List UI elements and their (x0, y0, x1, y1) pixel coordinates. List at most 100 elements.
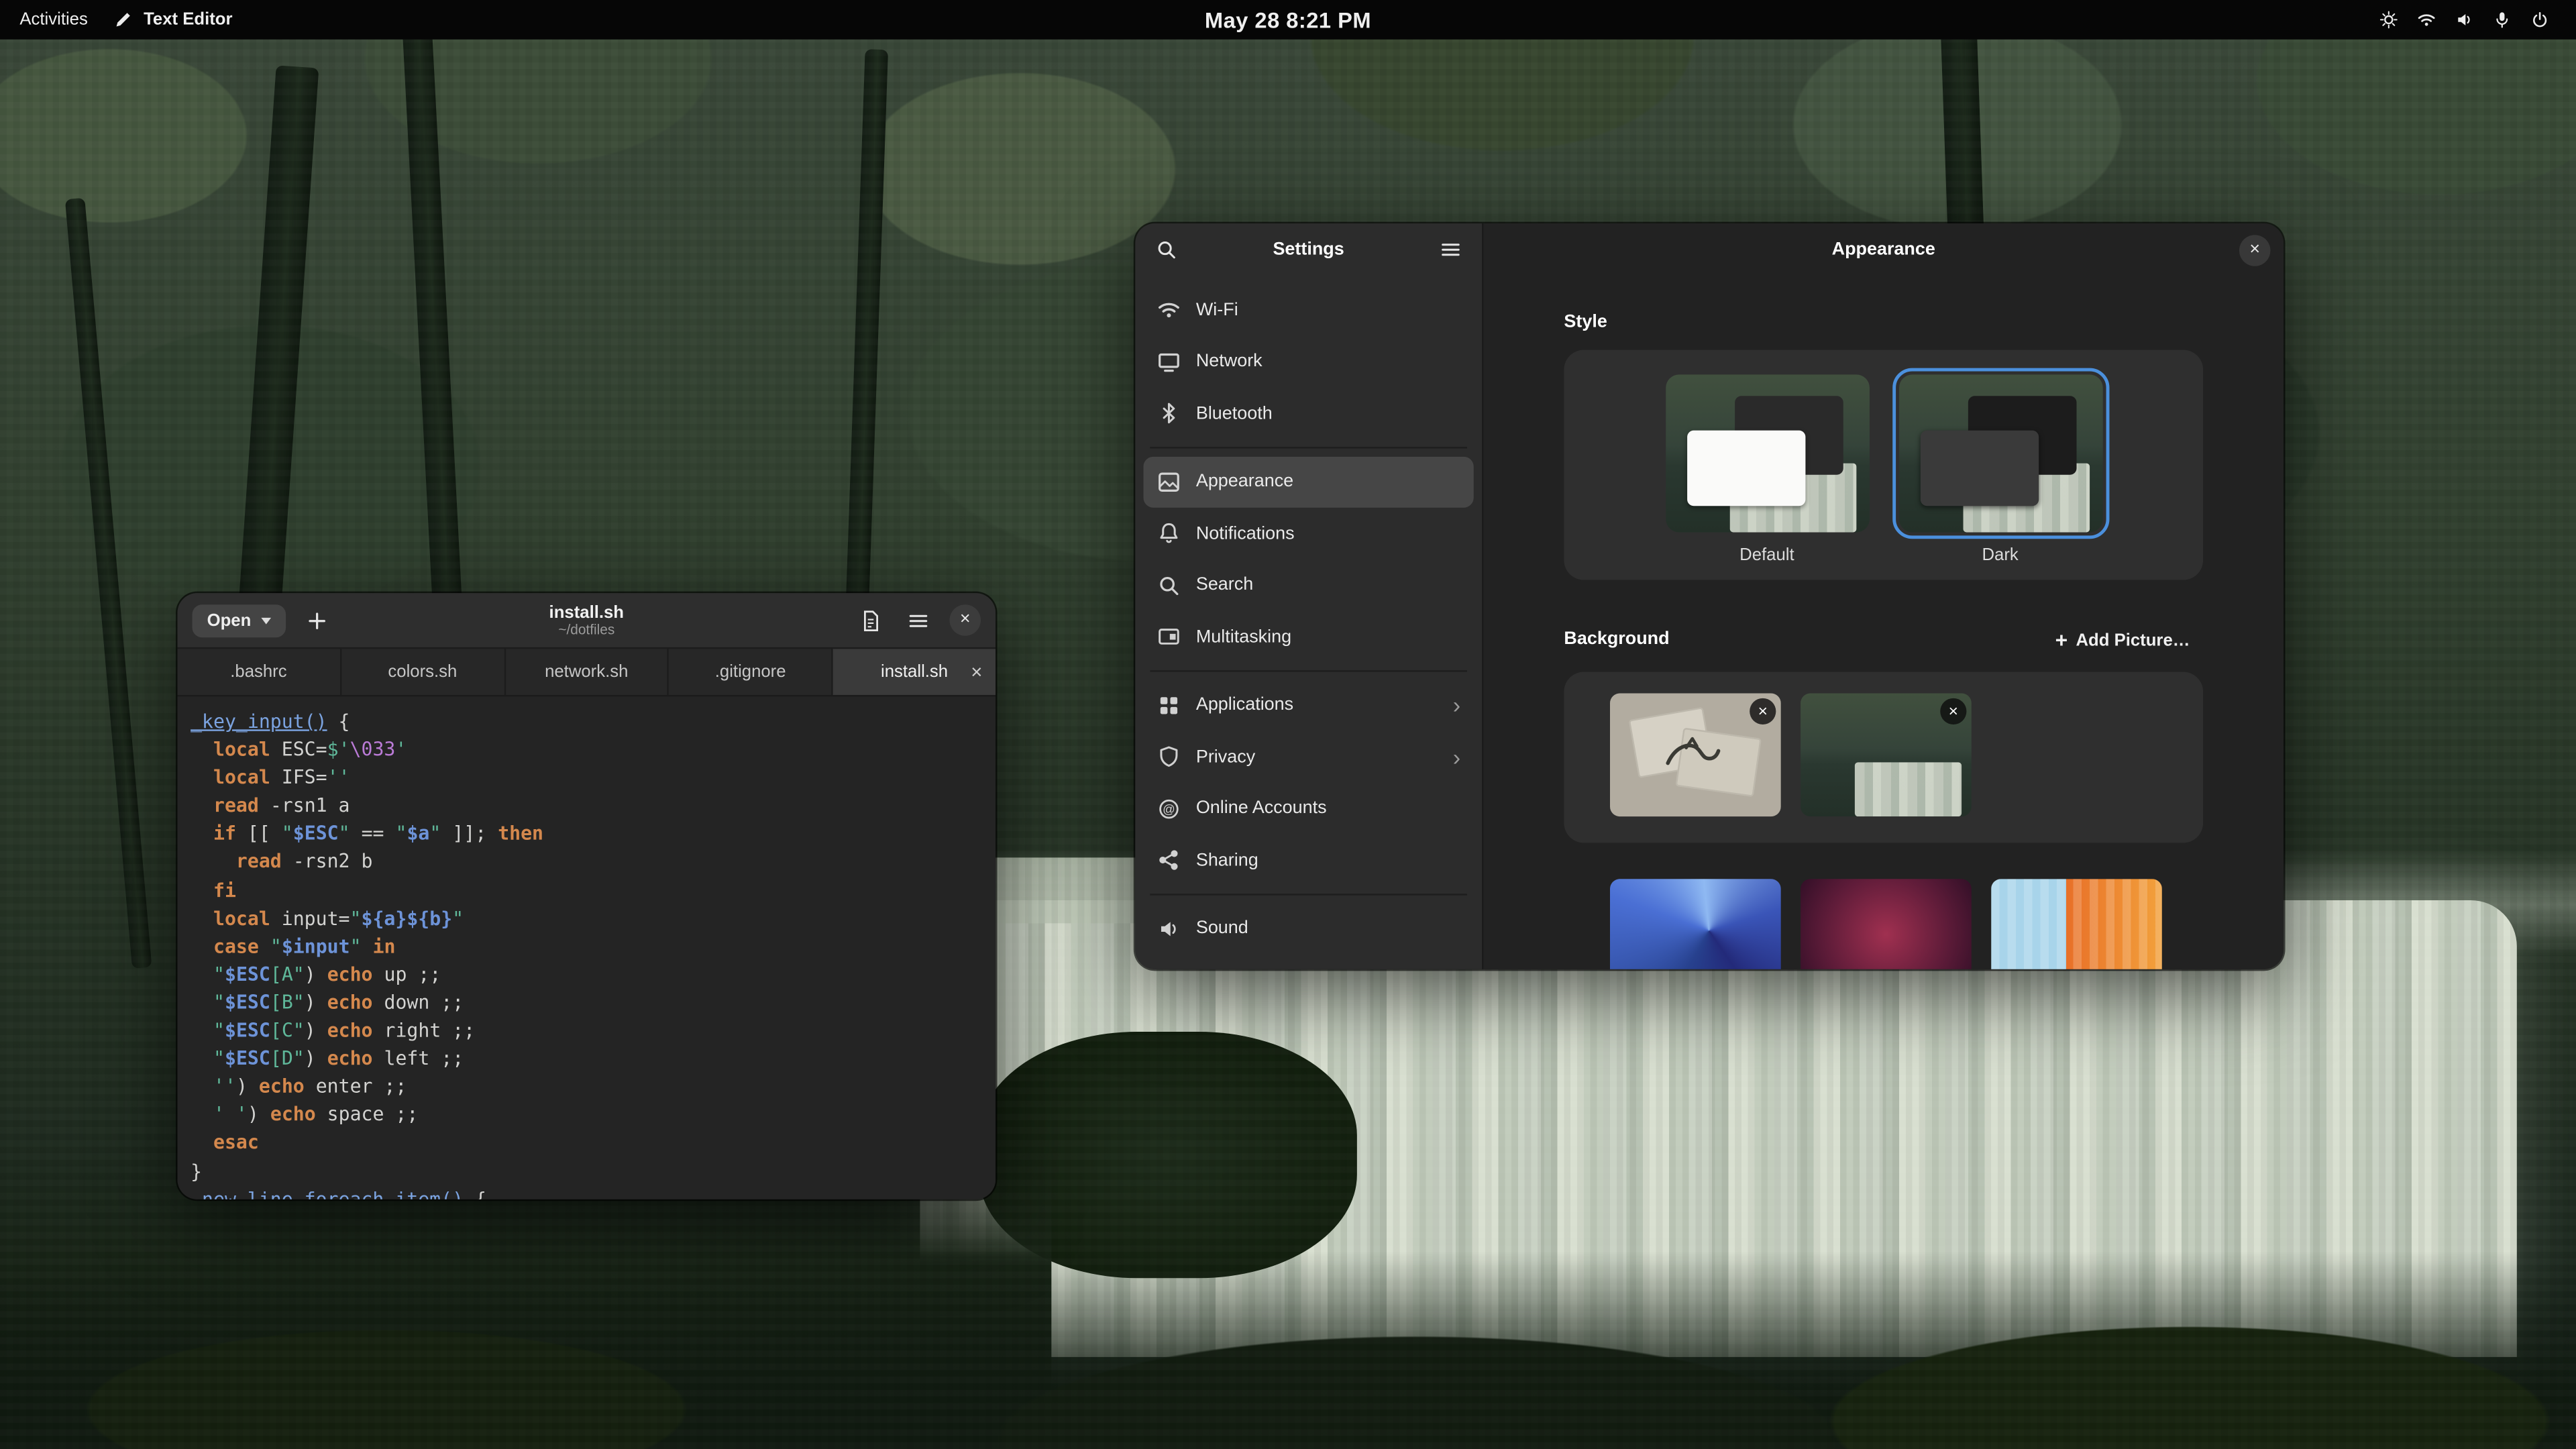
remove-background-button[interactable]: × (1750, 698, 1776, 724)
style-option-default[interactable]: Default (1665, 374, 1869, 580)
editor-file-name: install.sh (549, 602, 624, 623)
sidebar-item-label: Online Accounts (1196, 799, 1327, 818)
document-info-button[interactable] (854, 604, 887, 637)
settings-search-button[interactable] (1150, 233, 1183, 266)
editor-tab--gitignore[interactable]: .gitignore (669, 649, 833, 695)
main-menu-button[interactable] (902, 604, 934, 637)
background-card: × × (1564, 672, 2203, 843)
style-option-dark[interactable]: Dark (1898, 374, 2102, 580)
plus-icon (305, 608, 328, 631)
code-line: ' ') echo space ;; (191, 1102, 996, 1130)
sidebar-item-search[interactable]: Search (1143, 559, 1473, 611)
add-picture-label: Add Picture… (2076, 630, 2190, 649)
sidebar-item-label: Wi-Fi (1196, 301, 1238, 320)
style-card: Default Dark (1564, 350, 2203, 580)
remove-background-button[interactable]: × (1940, 698, 1966, 724)
code-line: _new_line_foreach_item() { (191, 1185, 996, 1199)
sidebar-item-network[interactable]: Network (1143, 336, 1473, 388)
code-line: local ESC=$'\033' (191, 736, 996, 764)
tab-label: install.sh (881, 662, 948, 682)
code-line: case "$input" in (191, 932, 996, 961)
appearance-icon (1157, 470, 1181, 494)
wifi-icon (1157, 298, 1181, 323)
hamburger-icon (1439, 238, 1462, 261)
code-line: "$ESC[A") echo up ;; (191, 961, 996, 989)
code-line: "$ESC[B") echo down ;; (191, 989, 996, 1017)
activities-button[interactable]: Activities (19, 10, 87, 30)
text-editor-app-icon (114, 10, 133, 30)
sidebar-item-label: Privacy (1196, 747, 1255, 767)
sidebar-item-label: Sound (1196, 919, 1248, 938)
caret-down-icon (261, 617, 271, 624)
editor-tab--bashrc[interactable]: .bashrc (177, 649, 341, 695)
settings-close-button[interactable]: × (2239, 234, 2271, 266)
sidebar-item-sharing[interactable]: Sharing (1143, 835, 1473, 886)
power-icon (1157, 968, 1181, 969)
style-option-label: Default (1739, 545, 1794, 565)
style-preview-dark[interactable] (1898, 374, 2102, 532)
svg-text:@: @ (1163, 802, 1175, 816)
plus-icon: + (2055, 629, 2068, 651)
editor-close-button[interactable]: × (950, 604, 981, 636)
applications-icon (1157, 693, 1181, 718)
sidebar-item-label: Bluetooth (1196, 404, 1273, 423)
sidebar-item-notifications[interactable]: Notifications (1143, 508, 1473, 559)
tab-close-icon[interactable]: × (971, 660, 982, 683)
editor-tab-bar: .bashrccolors.shnetwork.sh.gitignoreinst… (177, 649, 996, 696)
open-button[interactable]: Open (193, 604, 286, 637)
sidebar-item-multitasking[interactable]: Multitasking (1143, 611, 1473, 663)
wallpaper-grid (1610, 879, 2203, 969)
code-line: if [[ "$ESC" == "$a" ]]; then (191, 820, 996, 849)
notifications-icon (1157, 521, 1181, 546)
search-icon (1157, 573, 1181, 598)
background-heading: Background (1564, 629, 1669, 651)
sidebar-item-appearance[interactable]: Appearance (1143, 456, 1473, 508)
background-thumbnail-dragon[interactable]: × (1610, 693, 1781, 816)
sidebar-item-wi-fi[interactable]: Wi-Fi (1143, 284, 1473, 336)
code-line: '') echo enter ;; (191, 1073, 996, 1102)
editor-header-bar: Open install.sh ~/dotfiles × (177, 593, 996, 649)
add-picture-button[interactable]: + Add Picture… (2042, 623, 2203, 657)
multitasking-icon (1157, 625, 1181, 649)
code-line: "$ESC[D") echo left ;; (191, 1045, 996, 1073)
editor-tab-network-sh[interactable]: network.sh (505, 649, 669, 695)
style-heading: Style (1564, 312, 2203, 335)
chevron-right-icon: › (1453, 694, 1460, 716)
code-area[interactable]: _key_input() { local ESC=$'\033' local I… (177, 696, 996, 1199)
app-menu-button[interactable]: Text Editor (114, 10, 232, 30)
wallpaper-option-orange[interactable] (1991, 879, 2162, 969)
sidebar-item-applications[interactable]: Applications› (1143, 680, 1473, 731)
background-thumbnail-forest[interactable]: × (1801, 693, 1972, 816)
wallpaper-option-red[interactable] (1801, 879, 1972, 969)
clock-button[interactable]: May 28 8:21 PM (1205, 7, 1371, 32)
sidebar-item-privacy[interactable]: Privacy› (1143, 731, 1473, 783)
editor-tab-install-sh[interactable]: install.sh × (833, 649, 996, 695)
tab-label: network.sh (545, 662, 628, 682)
sidebar-separator (1150, 447, 1467, 448)
code-line: _key_input() { (191, 708, 996, 737)
style-preview-default[interactable] (1665, 374, 1869, 532)
network-icon (1157, 350, 1181, 374)
open-button-label: Open (207, 610, 252, 630)
new-tab-button[interactable] (301, 604, 333, 637)
code-line: fi (191, 877, 996, 905)
sidebar-item-online-accounts[interactable]: @ Online Accounts (1143, 783, 1473, 835)
sidebar-item-sound[interactable]: Sound (1143, 903, 1473, 955)
sidebar-item-label: Multitasking (1196, 627, 1291, 647)
sidebar-item-bluetooth[interactable]: Bluetooth (1143, 388, 1473, 439)
settings-menu-button[interactable] (1434, 233, 1467, 266)
appearance-panel: Appearance × Style Default (1483, 223, 2284, 969)
wallpaper-option-blue[interactable] (1610, 879, 1781, 969)
code-line: local input="${a}${b}" (191, 905, 996, 933)
panel-header-bar: Appearance × (1483, 223, 2284, 276)
privacy-icon (1157, 745, 1181, 769)
system-status-area[interactable] (2369, 0, 2559, 40)
close-icon: × (1949, 702, 1958, 720)
sidebar-item-power[interactable]: Power (1143, 955, 1473, 969)
preview-front-window (1920, 431, 2038, 506)
power-icon (2530, 10, 2549, 30)
appearance-content: Style Default Dark (1483, 276, 2284, 969)
code-line: read -rsn1 a (191, 792, 996, 820)
code-line: esac (191, 1129, 996, 1157)
editor-tab-colors-sh[interactable]: colors.sh (341, 649, 505, 695)
